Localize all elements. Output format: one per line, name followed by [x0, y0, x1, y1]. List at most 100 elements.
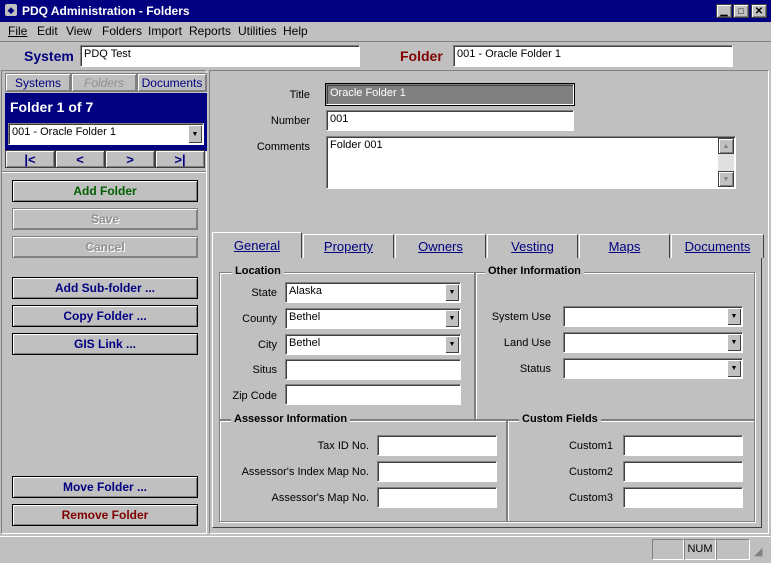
tab-owners[interactable]: Owners	[395, 234, 486, 258]
custom-fields-title: Custom Fields	[519, 413, 601, 425]
situs-label: Situs	[252, 364, 277, 376]
scroll-up-icon[interactable]: ▲	[718, 138, 734, 154]
status-bar: NUM ◢	[0, 536, 771, 563]
scroll-down-icon[interactable]: ▼	[718, 171, 734, 187]
tab-documents-detail[interactable]: Documents	[671, 234, 764, 258]
tab-documents[interactable]: Documents	[137, 73, 207, 92]
tab-maps[interactable]: Maps	[579, 234, 670, 258]
chevron-down-icon[interactable]: ▼	[445, 284, 459, 301]
minimize-button[interactable]: ▁	[716, 4, 732, 18]
comments-field[interactable]: Folder 001 ▲ ▼	[326, 136, 736, 189]
zip-label: Zip Code	[232, 390, 277, 402]
next-button[interactable]: >	[105, 150, 155, 168]
left-panel: Systems Folders Documents Folder 1 of 7 …	[1, 70, 207, 534]
folder-nav-box: Folder 1 of 7 001 - Oracle Folder 1 ▼	[5, 93, 207, 151]
tab-folders[interactable]: Folders	[71, 73, 137, 92]
divider	[2, 171, 206, 173]
app-icon[interactable]: ◆	[5, 4, 17, 16]
remove-folder-button[interactable]: Remove Folder	[12, 504, 198, 526]
menu-bar: File Edit View Folders Import Reports Ut…	[0, 22, 771, 40]
status-panel-empty	[652, 539, 684, 560]
state-value: Alaska	[289, 285, 323, 297]
zip-field[interactable]	[285, 384, 461, 405]
prev-button[interactable]: <	[55, 150, 105, 168]
other-info-title: Other Information	[485, 265, 584, 277]
city-label: City	[258, 339, 277, 351]
menu-folders[interactable]: Folders	[102, 24, 142, 38]
title-bar: ◆ PDQ Administration - Folders ▁ □ ✕	[0, 0, 771, 22]
close-button[interactable]: ✕	[751, 4, 767, 18]
system-use-label: System Use	[491, 311, 551, 323]
tab-general[interactable]: General	[212, 232, 302, 258]
save-button[interactable]: Save	[12, 208, 198, 230]
menu-reports[interactable]: Reports	[189, 24, 231, 38]
num-lock-indicator: NUM	[684, 539, 716, 560]
detail-panel: Title Oracle Folder 1 Number 001 Comment…	[209, 70, 769, 534]
menu-file[interactable]: File	[8, 24, 27, 38]
menu-view[interactable]: View	[66, 24, 92, 38]
city-select[interactable]: Bethel ▼	[285, 334, 461, 355]
chevron-down-icon[interactable]: ▼	[445, 310, 459, 327]
custom2-label: Custom2	[568, 466, 613, 478]
chevron-down-icon[interactable]: ▼	[188, 125, 202, 143]
comments-text: Folder 001	[330, 139, 383, 151]
copy-folder-button[interactable]: Copy Folder ...	[12, 305, 198, 327]
resize-grip-icon[interactable]: ◢	[754, 545, 762, 558]
folder-field[interactable]: 001 - Oracle Folder 1	[453, 45, 733, 67]
index-map-field[interactable]	[377, 461, 497, 482]
land-use-select[interactable]: ▼	[563, 332, 743, 353]
county-select[interactable]: Bethel ▼	[285, 308, 461, 329]
land-use-label: Land Use	[503, 337, 551, 349]
menu-edit[interactable]: Edit	[37, 24, 58, 38]
tab-vesting[interactable]: Vesting	[487, 234, 578, 258]
tab-content: Location State Alaska ▼ County Bethel ▼ Ci…	[212, 258, 762, 528]
custom1-label: Custom1	[568, 440, 613, 452]
chevron-down-icon[interactable]: ▼	[727, 308, 741, 325]
comments-label: Comments	[256, 141, 310, 153]
menu-import[interactable]: Import	[148, 24, 182, 38]
state-label: State	[251, 287, 277, 299]
folder-position: Folder 1 of 7	[10, 99, 94, 115]
map-no-field[interactable]	[377, 487, 497, 508]
custom3-field[interactable]	[623, 487, 743, 508]
gis-link-button[interactable]: GIS Link ...	[12, 333, 198, 355]
system-field[interactable]: PDQ Test	[80, 45, 360, 67]
custom1-field[interactable]	[623, 435, 743, 456]
status-label: Status	[519, 363, 551, 375]
situs-field[interactable]	[285, 359, 461, 380]
location-title: Location	[232, 265, 284, 277]
header-bar: System PDQ Test Folder 001 - Oracle Fold…	[0, 41, 771, 70]
menu-utilities[interactable]: Utilities	[238, 24, 277, 38]
tax-id-field[interactable]	[377, 435, 497, 456]
tab-property[interactable]: Property	[303, 234, 394, 258]
status-select[interactable]: ▼	[563, 358, 743, 379]
comments-scrollbar[interactable]: ▲ ▼	[718, 138, 734, 187]
system-use-select[interactable]: ▼	[563, 306, 743, 327]
chevron-down-icon[interactable]: ▼	[727, 360, 741, 377]
system-label: System	[24, 48, 74, 64]
custom2-field[interactable]	[623, 461, 743, 482]
last-button[interactable]: >|	[155, 150, 205, 168]
title-label: Title	[289, 89, 310, 101]
cancel-button[interactable]: Cancel	[12, 236, 198, 258]
folder-select[interactable]: 001 - Oracle Folder 1 ▼	[8, 123, 204, 145]
menu-help[interactable]: Help	[283, 24, 308, 38]
add-folder-button[interactable]: Add Folder	[12, 180, 198, 202]
minimize-icon: ▁	[720, 5, 728, 16]
city-value: Bethel	[289, 337, 321, 349]
tab-systems[interactable]: Systems	[5, 73, 71, 92]
number-field[interactable]: 001	[326, 110, 574, 131]
tax-id-label: Tax ID No.	[317, 440, 369, 452]
number-label: Number	[270, 115, 310, 127]
window-title: PDQ Administration - Folders	[22, 4, 190, 18]
move-folder-button[interactable]: Move Folder ...	[12, 476, 198, 498]
title-field[interactable]: Oracle Folder 1	[326, 84, 574, 105]
state-select[interactable]: Alaska ▼	[285, 282, 461, 303]
status-panel-scroll	[716, 539, 750, 560]
chevron-down-icon[interactable]: ▼	[727, 334, 741, 351]
first-button[interactable]: |<	[5, 150, 55, 168]
add-subfolder-button[interactable]: Add Sub-folder ...	[12, 277, 198, 299]
maximize-button[interactable]: □	[733, 4, 749, 18]
chevron-down-icon[interactable]: ▼	[445, 336, 459, 353]
folder-label: Folder	[400, 48, 443, 64]
